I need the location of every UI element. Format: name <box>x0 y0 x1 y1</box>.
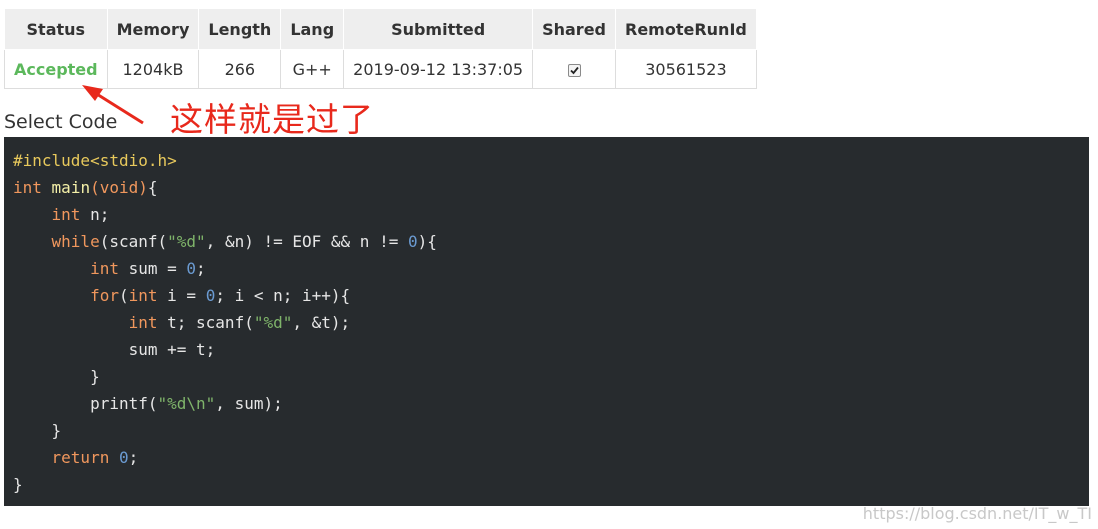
code-line: sum += t; <box>13 340 216 359</box>
select-code-link[interactable]: Select Code <box>4 111 117 133</box>
shared-cell <box>532 49 616 89</box>
code-line: int n; <box>51 205 110 224</box>
code-line: #include<stdio.h> <box>13 147 1089 174</box>
code-line: for(int i = 0; i < n; i++){ <box>90 286 351 305</box>
header-lang[interactable]: Lang <box>280 8 345 50</box>
length-cell: 266 <box>198 49 282 89</box>
source-code-block: #include<stdio.h> int main(void){ int n; … <box>4 137 1089 506</box>
code-line: printf("%d\n", sum); <box>13 394 283 413</box>
code-line: return 0; <box>51 448 139 467</box>
code-line: int sum = 0; <box>90 259 206 278</box>
submitted-cell: 2019-09-12 13:37:05 <box>343 49 534 89</box>
remote-run-id-cell: 30561523 <box>615 49 757 89</box>
code-line: } <box>13 475 23 494</box>
watermark: https://blog.csdn.net/IT_w_TI <box>862 504 1092 523</box>
code-line: int t; scanf("%d", &t); <box>128 313 351 332</box>
code-line-1: #include<stdio.h> <box>13 151 177 170</box>
annotation-text: 这样就是过了 <box>170 100 374 139</box>
check-icon <box>569 66 579 74</box>
code-line: } <box>13 421 62 440</box>
header-submitted[interactable]: Submitted <box>343 8 534 50</box>
code-line: while(scanf("%d", &n) != EOF && n != 0){ <box>51 232 437 251</box>
header-length[interactable]: Length <box>198 8 282 50</box>
code-line: } <box>13 367 100 386</box>
shared-checkbox[interactable] <box>567 63 581 77</box>
header-shared[interactable]: Shared <box>532 8 616 50</box>
header-remote-run-id[interactable]: RemoteRunId <box>615 8 757 50</box>
code-line: int main(void){ <box>13 178 158 197</box>
lang-cell: G++ <box>280 49 345 89</box>
